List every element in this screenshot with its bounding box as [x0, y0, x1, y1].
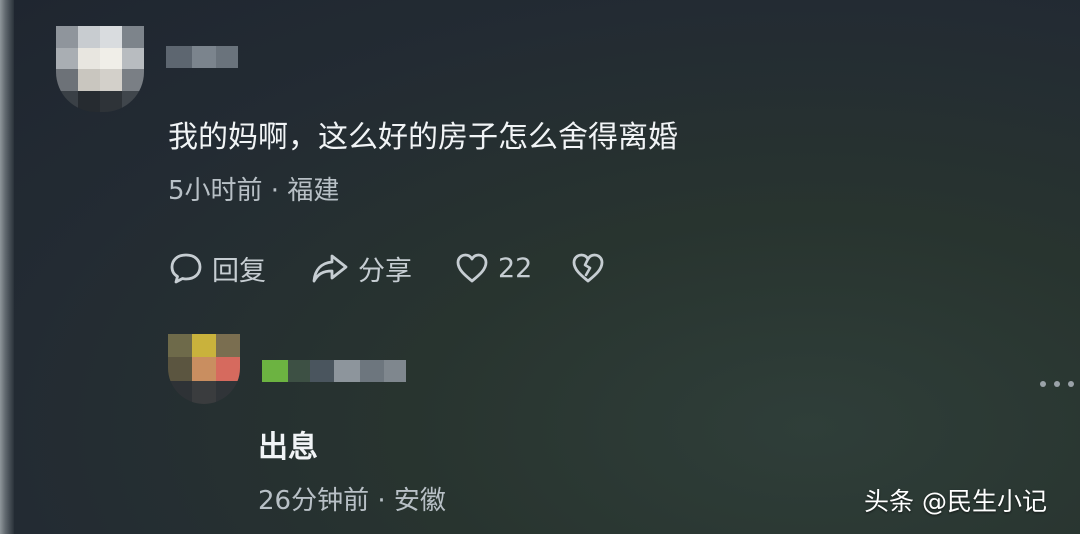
heart-icon	[456, 253, 488, 283]
dislike-button[interactable]	[570, 248, 606, 288]
left-edge-strip	[0, 0, 14, 534]
reply-comment-text: 出息	[258, 430, 318, 465]
share-label: 分享	[358, 255, 412, 287]
like-button[interactable]: 22	[454, 248, 532, 288]
avatar[interactable]	[56, 26, 144, 112]
reply-comment-meta: 26分钟前 · 安徽	[258, 486, 446, 516]
reply-button[interactable]: 回复	[168, 248, 266, 288]
username-blurred[interactable]	[166, 46, 238, 68]
share-button[interactable]: 分享	[310, 248, 412, 288]
reply-label: 回复	[212, 255, 266, 287]
comment-text: 我的妈啊，这么好的房子怎么舍得离婚	[168, 120, 678, 155]
broken-heart-icon	[572, 253, 604, 283]
avatar[interactable]	[168, 334, 240, 404]
username-blurred[interactable]	[262, 360, 406, 382]
source-watermark: 头条 @民生小记	[864, 487, 1047, 516]
more-dots-icon[interactable]	[1040, 376, 1074, 392]
chat-bubble-icon	[170, 253, 202, 284]
comment-meta: 5小时前 · 福建	[168, 176, 340, 206]
like-count: 22	[498, 252, 533, 284]
share-arrow-icon	[312, 254, 348, 283]
